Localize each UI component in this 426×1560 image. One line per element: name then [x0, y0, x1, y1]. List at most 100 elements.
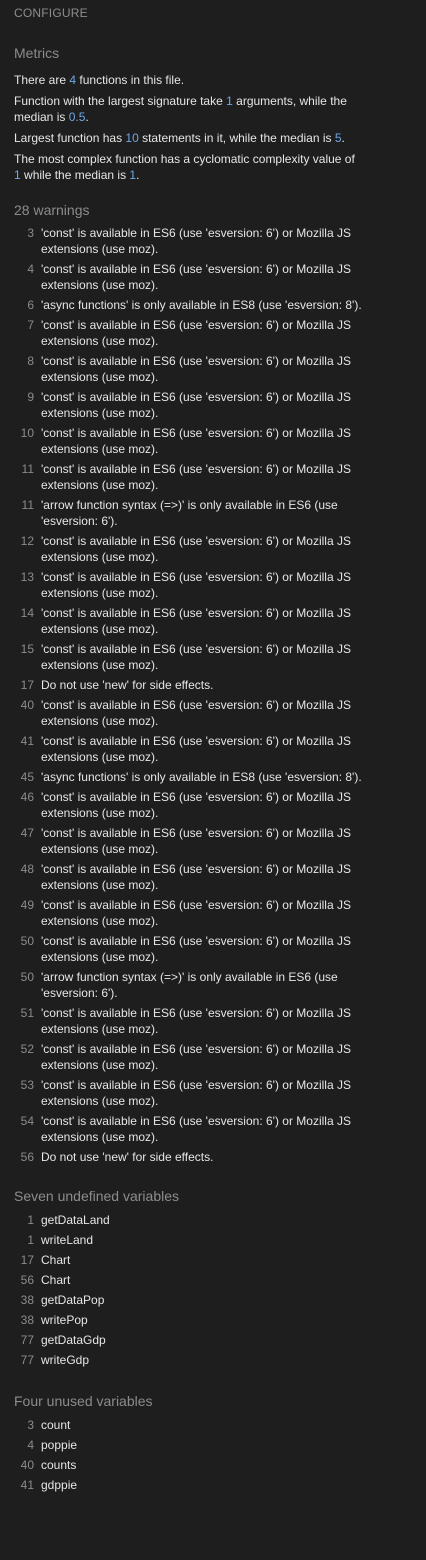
- line-number: 6: [27, 298, 34, 312]
- line-number: 11: [21, 498, 34, 512]
- variable-name: Chart: [41, 1253, 71, 1267]
- warning-row[interactable]: 47 'const' is available in ES6 (use 'esve…: [14, 825, 412, 857]
- unused-variable-row[interactable]: 4 poppie: [14, 1435, 412, 1455]
- line-number: 8: [27, 354, 34, 368]
- line-number: 12: [20, 534, 34, 548]
- line-number: 3: [27, 1418, 34, 1432]
- warning-row[interactable]: 50 'const' is available in ES6 (use 'esve…: [14, 933, 412, 965]
- warning-row[interactable]: 51 'const' is available in ES6 (use 'esve…: [14, 1005, 412, 1037]
- undefined-variables-section: Seven undefined variables 1 getDataLand 1 w…: [14, 1187, 412, 1370]
- warning-message: Do not use 'new' for side effects.: [41, 678, 214, 692]
- line-number: 38: [20, 1293, 34, 1307]
- undefined-variable-row[interactable]: 56 Chart: [14, 1270, 412, 1290]
- warning-message: 'const' is available in ES6 (use 'esvers…: [41, 898, 351, 928]
- warning-message: 'const' is available in ES6 (use 'esvers…: [41, 226, 351, 256]
- unused-variables-list: 3 count 4 poppie 40 counts 41 gdppie: [14, 1415, 412, 1495]
- warning-row[interactable]: 40 'const' is available in ES6 (use 'esve…: [14, 697, 412, 729]
- warning-row[interactable]: 17 Do not use 'new' for side effects.: [14, 677, 412, 693]
- warning-row[interactable]: 12 'const' is available in ES6 (use 'esve…: [14, 533, 412, 565]
- line-number: 15: [20, 642, 34, 656]
- warning-row[interactable]: 11 'const' is available in ES6 (use 'esve…: [14, 461, 412, 493]
- warning-row[interactable]: 10 'const' is available in ES6 (use 'esve…: [14, 425, 412, 457]
- warning-row[interactable]: 54 'const' is available in ES6 (use 'esve…: [14, 1113, 412, 1145]
- line-number: 1: [27, 1213, 34, 1227]
- metric-statements: Largest function has 10 statements in it…: [14, 131, 345, 145]
- metrics-title: Metrics: [14, 45, 60, 61]
- warning-row[interactable]: 48 'const' is available in ES6 (use 'esve…: [14, 861, 412, 893]
- warning-row[interactable]: 11 'arrow function syntax (=>)' is only a…: [14, 497, 412, 529]
- line-number: 40: [20, 698, 34, 712]
- undefined-variables-title: Seven undefined variables: [14, 1188, 180, 1204]
- warning-message: 'const' is available in ES6 (use 'esvers…: [41, 1078, 351, 1108]
- unused-variable-row[interactable]: 41 gdppie: [14, 1475, 412, 1495]
- warning-message: 'const' is available in ES6 (use 'esvers…: [41, 606, 351, 636]
- line-number: 14: [20, 606, 34, 620]
- line-number: 56: [20, 1150, 34, 1164]
- warning-message: 'const' is available in ES6 (use 'esvers…: [41, 934, 351, 964]
- warning-row[interactable]: 56 Do not use 'new' for side effects.: [14, 1149, 412, 1165]
- line-number: 52: [20, 1042, 34, 1056]
- line-number: 13: [20, 570, 34, 584]
- undefined-variable-row[interactable]: 38 writePop: [14, 1310, 412, 1330]
- warning-row[interactable]: 14 'const' is available in ES6 (use 'esve…: [14, 605, 412, 637]
- metric-signature: Function with the largest signature take…: [14, 94, 347, 124]
- undefined-variable-row[interactable]: 77 getDataGdp: [14, 1330, 412, 1350]
- warning-message: 'const' is available in ES6 (use 'esvers…: [41, 390, 351, 420]
- warning-row[interactable]: 4 'const' is available in ES6 (use 'esver…: [14, 261, 412, 293]
- warnings-title: 28 warnings: [14, 202, 90, 218]
- warning-message: 'const' is available in ES6 (use 'esvers…: [41, 642, 351, 672]
- warning-row[interactable]: 7 'const' is available in ES6 (use 'esver…: [14, 317, 412, 349]
- warning-row[interactable]: 9 'const' is available in ES6 (use 'esver…: [14, 389, 412, 421]
- warning-row[interactable]: 46 'const' is available in ES6 (use 'esve…: [14, 789, 412, 821]
- metrics-section: Metrics There are 4 functions in this fi…: [14, 44, 412, 183]
- unused-variable-row[interactable]: 40 counts: [14, 1455, 412, 1475]
- line-number: 17: [20, 678, 34, 692]
- configure-link[interactable]: CONFIGURE: [14, 5, 412, 21]
- line-number: 9: [27, 390, 34, 404]
- line-number: 46: [20, 790, 34, 804]
- line-number: 10: [20, 426, 34, 440]
- undefined-variable-row[interactable]: 77 writeGdp: [14, 1350, 412, 1370]
- warning-message: 'const' is available in ES6 (use 'esvers…: [41, 318, 351, 348]
- line-number: 51: [20, 1006, 34, 1020]
- warning-row[interactable]: 45 'async functions' is only available in…: [14, 769, 412, 785]
- line-number: 4: [27, 1438, 34, 1452]
- warnings-section: 28 warnings 3 'const' is available in ES6…: [14, 201, 412, 1165]
- undefined-variable-row[interactable]: 38 getDataPop: [14, 1290, 412, 1310]
- line-number: 7: [27, 318, 34, 332]
- warning-message: 'async functions' is only available in E…: [41, 770, 362, 784]
- warning-row[interactable]: 49 'const' is available in ES6 (use 'esve…: [14, 897, 412, 929]
- warning-message: 'arrow function syntax (=>)' is only ava…: [41, 970, 338, 1000]
- warning-message: 'const' is available in ES6 (use 'esvers…: [41, 698, 351, 728]
- warning-row[interactable]: 3 'const' is available in ES6 (use 'esver…: [14, 225, 412, 257]
- metric-function-count: There are 4 functions in this file.: [14, 73, 185, 87]
- variable-name: getDataLand: [41, 1213, 110, 1227]
- warning-row[interactable]: 13 'const' is available in ES6 (use 'esve…: [14, 569, 412, 601]
- warning-row[interactable]: 53 'const' is available in ES6 (use 'esve…: [14, 1077, 412, 1109]
- warning-row[interactable]: 50 'arrow function syntax (=>)' is only a…: [14, 969, 412, 1001]
- warning-row[interactable]: 6 'async functions' is only available in …: [14, 297, 412, 313]
- warning-message: 'const' is available in ES6 (use 'esvers…: [41, 734, 351, 764]
- line-number: 3: [27, 226, 34, 240]
- line-number: 11: [21, 462, 34, 476]
- unused-variable-row[interactable]: 3 count: [14, 1415, 412, 1435]
- warning-message: 'const' is available in ES6 (use 'esvers…: [41, 262, 351, 292]
- variable-name: Chart: [41, 1273, 71, 1287]
- undefined-variables-list: 1 getDataLand 1 writeLand 17 Chart 56 Chart 38 ge…: [14, 1210, 412, 1370]
- warning-row[interactable]: 8 'const' is available in ES6 (use 'esver…: [14, 353, 412, 385]
- unused-variables-section: Four unused variables 3 count 4 poppie 40 cou…: [14, 1392, 412, 1495]
- warning-row[interactable]: 52 'const' is available in ES6 (use 'esve…: [14, 1041, 412, 1073]
- warning-message: 'const' is available in ES6 (use 'esvers…: [41, 1042, 351, 1072]
- line-number: 41: [20, 1478, 34, 1492]
- undefined-variable-row[interactable]: 1 getDataLand: [14, 1210, 412, 1230]
- undefined-variable-row[interactable]: 17 Chart: [14, 1250, 412, 1270]
- warning-row[interactable]: 15 'const' is available in ES6 (use 'esve…: [14, 641, 412, 673]
- warning-message: Do not use 'new' for side effects.: [41, 1150, 214, 1164]
- warning-row[interactable]: 41 'const' is available in ES6 (use 'esve…: [14, 733, 412, 765]
- line-number: 41: [20, 734, 34, 748]
- warning-message: 'const' is available in ES6 (use 'esvers…: [41, 862, 351, 892]
- warning-message: 'const' is available in ES6 (use 'esvers…: [41, 790, 351, 820]
- undefined-variable-row[interactable]: 1 writeLand: [14, 1230, 412, 1250]
- variable-name: writePop: [41, 1313, 88, 1327]
- variable-name: count: [41, 1418, 71, 1432]
